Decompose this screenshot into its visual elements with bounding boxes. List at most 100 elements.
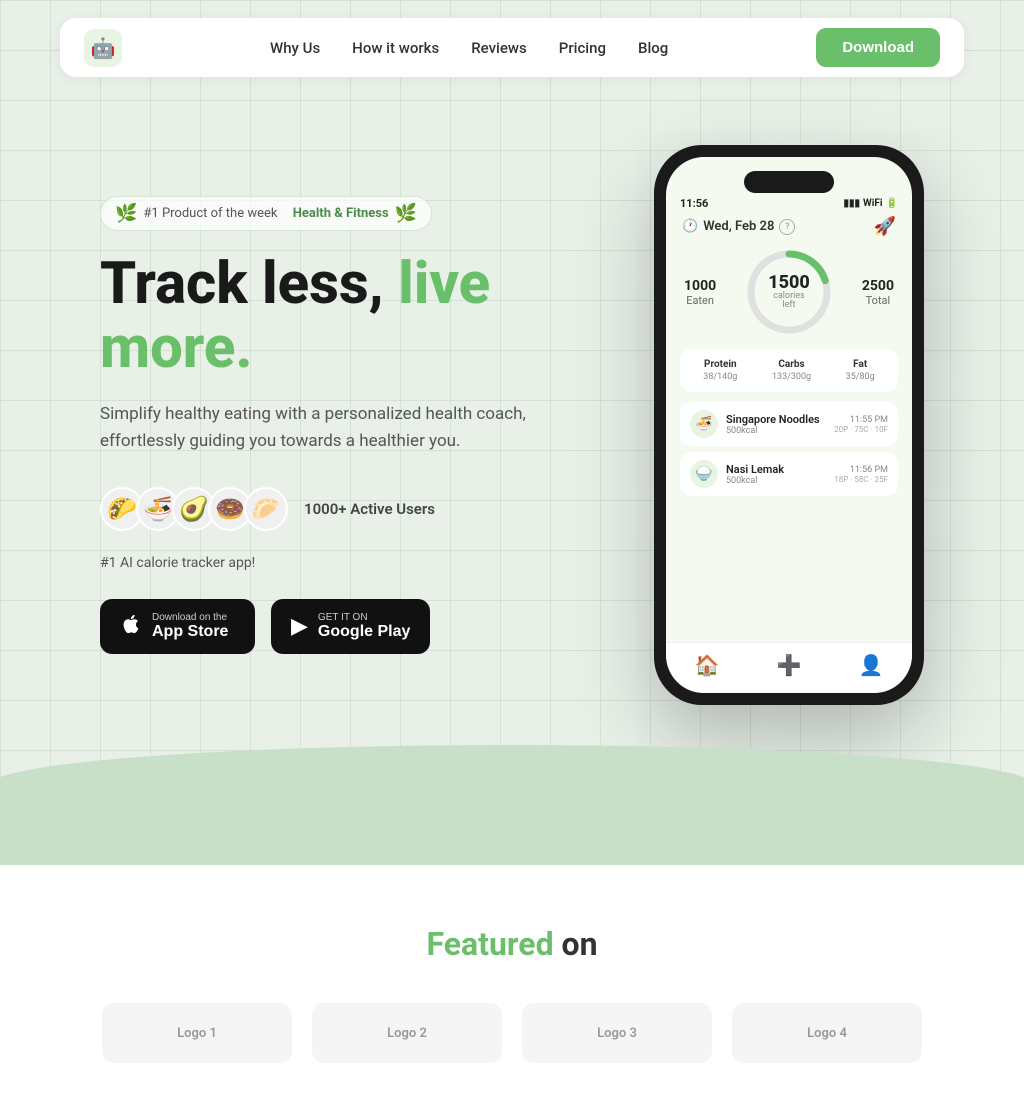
total-label: Total <box>862 294 894 307</box>
user-avatars-row: 🌮🍜🥑🍩🥟 1000+ Active Users <box>100 487 600 531</box>
tagline: #1 AI calorie tracker app! <box>100 555 600 571</box>
macro-protein: Protein 38/140g <box>703 359 737 382</box>
macro-carbs: Carbs 133/300g <box>772 359 811 382</box>
nav-link-pricing[interactable]: Pricing <box>559 39 606 57</box>
badge-prefix: #1 Product of the week <box>143 206 277 221</box>
user-count: 1000+ Active Users <box>304 500 435 518</box>
calorie-section: 1000 Eaten 1500 calories left <box>680 247 898 337</box>
hero-title-black: Track less, <box>100 250 384 318</box>
food-macros: 18P · 58C · 25F <box>834 475 888 484</box>
food-calories: 500kcal <box>726 476 826 486</box>
calories-total: 2500 Total <box>862 278 894 307</box>
profile-icon[interactable]: 👤 <box>859 653 884 677</box>
food-log: 🍜 Singapore Noodles 500kcal 11:55 PM 20P… <box>680 402 898 496</box>
macro-value: 38/140g <box>703 372 737 382</box>
info-icon: ? <box>779 219 795 235</box>
app-store-big: App Store <box>152 623 228 641</box>
phone-status-icons: ▮▮▮ WiFi 🔋 <box>844 198 899 209</box>
phone-bottom-nav: 🏠 ➕ 👤 <box>666 642 912 693</box>
food-calories: 500kcal <box>726 426 826 436</box>
macros-row: Protein 38/140g Carbs 133/300g Fat 35/80g <box>680 349 898 392</box>
macro-value: 133/300g <box>772 372 811 382</box>
hero-section: 🌿 #1 Product of the week Health & Fitnes… <box>0 95 1024 775</box>
featured-logos: Logo 1 Logo 2 Logo 3 Logo 4 <box>80 1003 944 1063</box>
phone-inner: 11:56 ▮▮▮ WiFi 🔋 🕐 Wed, Feb 28 ? <box>666 157 912 693</box>
add-icon[interactable]: ➕ <box>777 653 802 677</box>
featured-logo-4: Logo 4 <box>732 1003 922 1063</box>
food-log-item: 🍜 Singapore Noodles 500kcal 11:55 PM 20P… <box>680 402 898 446</box>
phone-time: 11:56 <box>680 197 708 210</box>
clock-icon: 🕐 <box>682 219 698 234</box>
phone-date-row: 🕐 Wed, Feb 28 ? 🚀 <box>680 216 898 237</box>
nav-download-button[interactable]: Download <box>816 28 940 67</box>
wifi-icon: WiFi <box>863 198 883 209</box>
featured-logo-2: Logo 2 <box>312 1003 502 1063</box>
macro-label: Carbs <box>772 359 811 370</box>
eaten-value: 1000 <box>684 278 716 294</box>
featured-title-dark: on <box>554 925 598 963</box>
nav-link-blog[interactable]: Blog <box>638 39 668 57</box>
featured-section: Featured on Logo 1 Logo 2 Logo 3 Logo 4 <box>0 865 1024 1103</box>
wave-section <box>0 745 1024 865</box>
featured-title-green: Featured <box>426 925 553 963</box>
hero-title: Track less, live more. <box>100 253 600 381</box>
laurel-right-icon: 🌿 <box>395 203 417 224</box>
signal-icon: ▮▮▮ <box>844 198 861 209</box>
calories-left-sublabel: left <box>768 301 810 310</box>
calorie-center: 1500 calories left <box>768 274 810 310</box>
google-play-button[interactable]: ▶ GET IT ON Google Play <box>271 599 430 654</box>
food-time-macros: 11:55 PM 20P · 75C · 10F <box>834 415 888 434</box>
phone-mockup: 11:56 ▮▮▮ WiFi 🔋 🕐 Wed, Feb 28 ? <box>654 145 924 705</box>
nav-link-how-it-works[interactable]: How it works <box>352 39 439 57</box>
phone-screen: 11:56 ▮▮▮ WiFi 🔋 🕐 Wed, Feb 28 ? <box>666 157 912 634</box>
hero-description: Simplify healthy eating with a personali… <box>100 401 600 455</box>
google-play-big: Google Play <box>318 623 410 641</box>
app-store-small: Download on the <box>152 612 228 623</box>
food-name: Singapore Noodles <box>726 413 826 426</box>
food-macros: 20P · 75C · 10F <box>834 425 888 434</box>
navbar: 🤖 Why Us How it works Reviews Pricing Blog D… <box>60 18 964 77</box>
food-emoji: 🍚 <box>690 460 718 488</box>
product-badge: 🌿 #1 Product of the week Health & Fitnes… <box>100 196 432 231</box>
phone-date-text: Wed, Feb 28 <box>703 219 774 234</box>
badge-highlight: Health & Fitness <box>293 206 389 221</box>
nav-link-reviews[interactable]: Reviews <box>471 39 527 57</box>
macro-value: 35/80g <box>846 372 875 382</box>
logo-icon: 🤖 <box>84 29 122 67</box>
laurel-left-icon: 🌿 <box>115 203 137 224</box>
play-icon: ▶ <box>291 613 308 639</box>
google-play-small: GET IT ON <box>318 612 410 623</box>
calories-eaten: 1000 Eaten <box>684 278 716 307</box>
avatar: 🥟 <box>244 487 288 531</box>
food-info: Singapore Noodles 500kcal <box>726 413 826 436</box>
total-value: 2500 <box>862 278 894 294</box>
eaten-label: Eaten <box>684 294 716 307</box>
featured-logo-1: Logo 1 <box>102 1003 292 1063</box>
app-store-text: Download on the App Store <box>152 612 228 641</box>
food-time-macros: 11:56 PM 18P · 58C · 25F <box>834 465 888 484</box>
food-name: Nasi Lemak <box>726 463 826 476</box>
calories-left-value: 1500 <box>768 274 810 292</box>
battery-icon: 🔋 <box>886 198 898 209</box>
macro-label: Fat <box>846 359 875 370</box>
store-buttons: Download on the App Store ▶ GET IT ON Go… <box>100 599 600 654</box>
phone-outer: 11:56 ▮▮▮ WiFi 🔋 🕐 Wed, Feb 28 ? <box>654 145 924 705</box>
avatar-stack: 🌮🍜🥑🍩🥟 <box>100 487 288 531</box>
phone-notch <box>744 171 834 193</box>
food-info: Nasi Lemak 500kcal <box>726 463 826 486</box>
nav-links: Why Us How it works Reviews Pricing Blog <box>270 38 668 57</box>
nav-link-why-us[interactable]: Why Us <box>270 39 320 57</box>
food-emoji: 🍜 <box>690 410 718 438</box>
food-time: 11:55 PM <box>834 415 888 425</box>
rocket-icon: 🚀 <box>874 216 896 237</box>
home-icon[interactable]: 🏠 <box>695 653 720 677</box>
macro-fat: Fat 35/80g <box>846 359 875 382</box>
apple-icon <box>120 611 142 642</box>
app-store-button[interactable]: Download on the App Store <box>100 599 255 654</box>
macro-label: Protein <box>703 359 737 370</box>
logo[interactable]: 🤖 <box>84 29 122 67</box>
featured-logo-3: Logo 3 <box>522 1003 712 1063</box>
phone-date: 🕐 Wed, Feb 28 ? <box>682 219 795 235</box>
google-play-text: GET IT ON Google Play <box>318 612 410 641</box>
food-time: 11:56 PM <box>834 465 888 475</box>
